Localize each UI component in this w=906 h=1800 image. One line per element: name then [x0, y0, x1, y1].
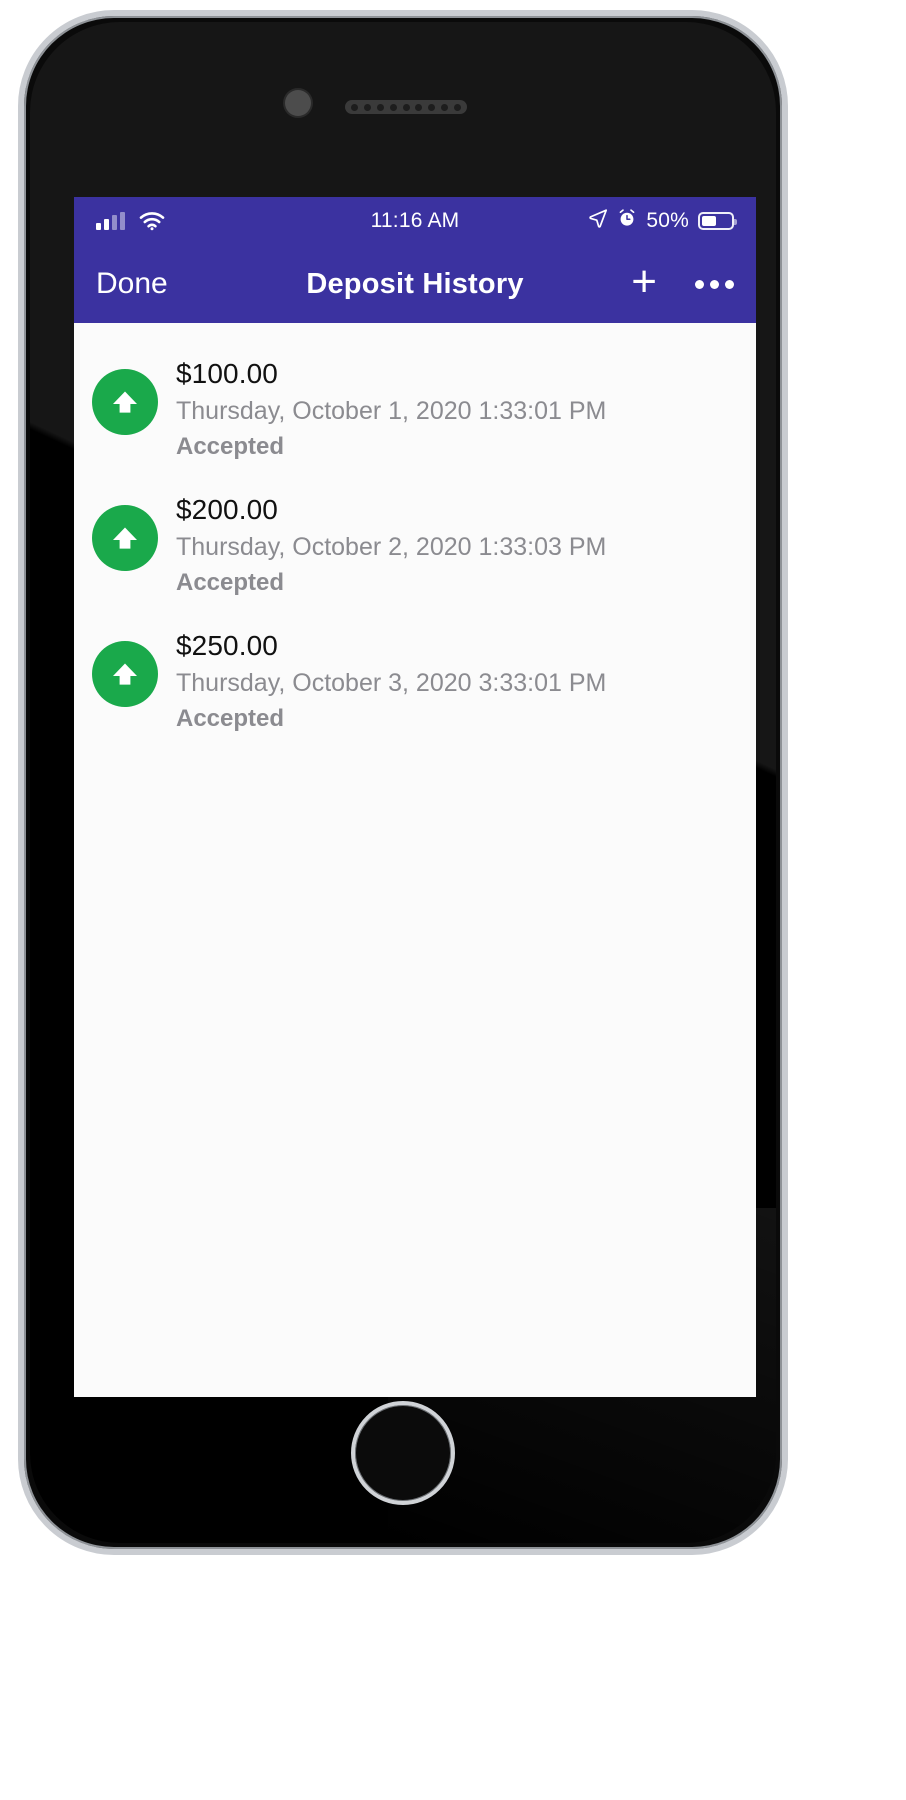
- status-bar-clock: 11:16 AM: [370, 209, 460, 232]
- list-item[interactable]: $200.00 Thursday, October 2, 2020 1:33:0…: [74, 481, 756, 617]
- screenshot-stage: 11:16 AM 50% Done Deposit History + $100…: [0, 0, 906, 1800]
- cellular-signal-icon: [96, 212, 125, 230]
- navigation-bar: Done Deposit History +: [74, 245, 756, 323]
- status-bar-center: 11:16 AM: [307, 209, 524, 233]
- deposit-date: Thursday, October 3, 2020 3:33:01 PM: [176, 669, 607, 698]
- phone-device-frame: 11:16 AM 50% Done Deposit History + $100…: [18, 10, 788, 1555]
- status-badge: Accepted: [176, 705, 285, 733]
- list-item[interactable]: $100.00 Thursday, October 1, 2020 1:33:0…: [74, 345, 756, 481]
- done-button[interactable]: Done: [96, 267, 168, 301]
- camera-icon: [285, 90, 311, 116]
- alarm-clock-icon: [617, 208, 637, 234]
- deposit-amount: $250.00: [176, 630, 278, 662]
- list-item-text: $200.00 Thursday, October 2, 2020 1:33:0…: [176, 489, 606, 599]
- phone-screen: 11:16 AM 50% Done Deposit History + $100…: [74, 197, 756, 1397]
- list-item-text: $100.00 Thursday, October 1, 2020 1:33:0…: [176, 353, 606, 463]
- phone-bezel: 11:16 AM 50% Done Deposit History + $100…: [30, 22, 776, 1543]
- more-options-button[interactable]: [695, 274, 734, 295]
- status-badge: Accepted: [176, 568, 285, 596]
- location-arrow-icon: [588, 208, 608, 234]
- battery-percent-label: 50%: [646, 209, 689, 232]
- status-badge: Accepted: [176, 432, 285, 460]
- deposit-up-arrow-icon: [92, 505, 158, 572]
- list-item[interactable]: $250.00 Thursday, October 3, 2020 3:33:0…: [74, 617, 756, 753]
- home-button[interactable]: [351, 1401, 455, 1505]
- status-bar-right: 50%: [523, 208, 737, 234]
- earpiece-speaker-icon: [345, 100, 467, 114]
- navigation-bar-actions: +: [631, 260, 734, 304]
- add-deposit-button[interactable]: +: [631, 260, 657, 304]
- deposit-amount: $200.00: [176, 494, 278, 526]
- wifi-icon: [139, 211, 165, 231]
- battery-icon: [697, 212, 737, 230]
- deposit-up-arrow-icon: [92, 641, 158, 708]
- deposit-date: Thursday, October 2, 2020 1:33:03 PM: [176, 532, 607, 561]
- status-bar: 11:16 AM 50%: [74, 197, 756, 245]
- deposit-date: Thursday, October 1, 2020 1:33:01 PM: [176, 396, 607, 425]
- list-item-text: $250.00 Thursday, October 3, 2020 3:33:0…: [176, 625, 606, 735]
- status-bar-left: [96, 211, 307, 231]
- deposit-amount: $100.00: [176, 358, 278, 389]
- deposit-history-list: $100.00 Thursday, October 1, 2020 1:33:0…: [74, 323, 756, 1397]
- deposit-up-arrow-icon: [92, 369, 158, 435]
